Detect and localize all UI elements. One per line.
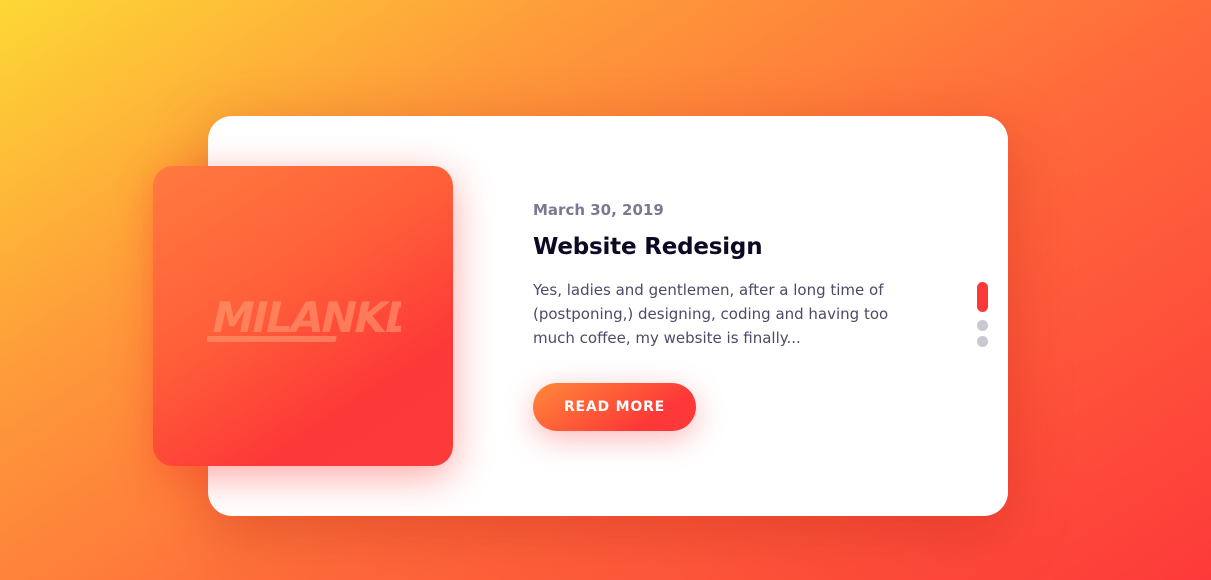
pagination-bullet-3[interactable] <box>977 336 988 347</box>
post-thumbnail: MILANKD <box>153 166 453 466</box>
post-excerpt: Yes, ladies and gentlemen, after a long … <box>533 281 889 347</box>
post-content: March 30, 2019 Website Redesign Yes, lad… <box>533 196 933 350</box>
logo-text: MILANKD <box>207 294 401 342</box>
post-title: Website Redesign <box>533 234 763 260</box>
milankd-logo: MILANKD <box>207 294 401 343</box>
pagination-bullet-2[interactable] <box>977 320 988 331</box>
post-date: March 30, 2019 <box>533 201 664 219</box>
read-more-button[interactable]: READ MORE <box>533 383 696 431</box>
pagination-bullet-1[interactable] <box>977 282 988 312</box>
slider-pagination <box>977 282 989 352</box>
